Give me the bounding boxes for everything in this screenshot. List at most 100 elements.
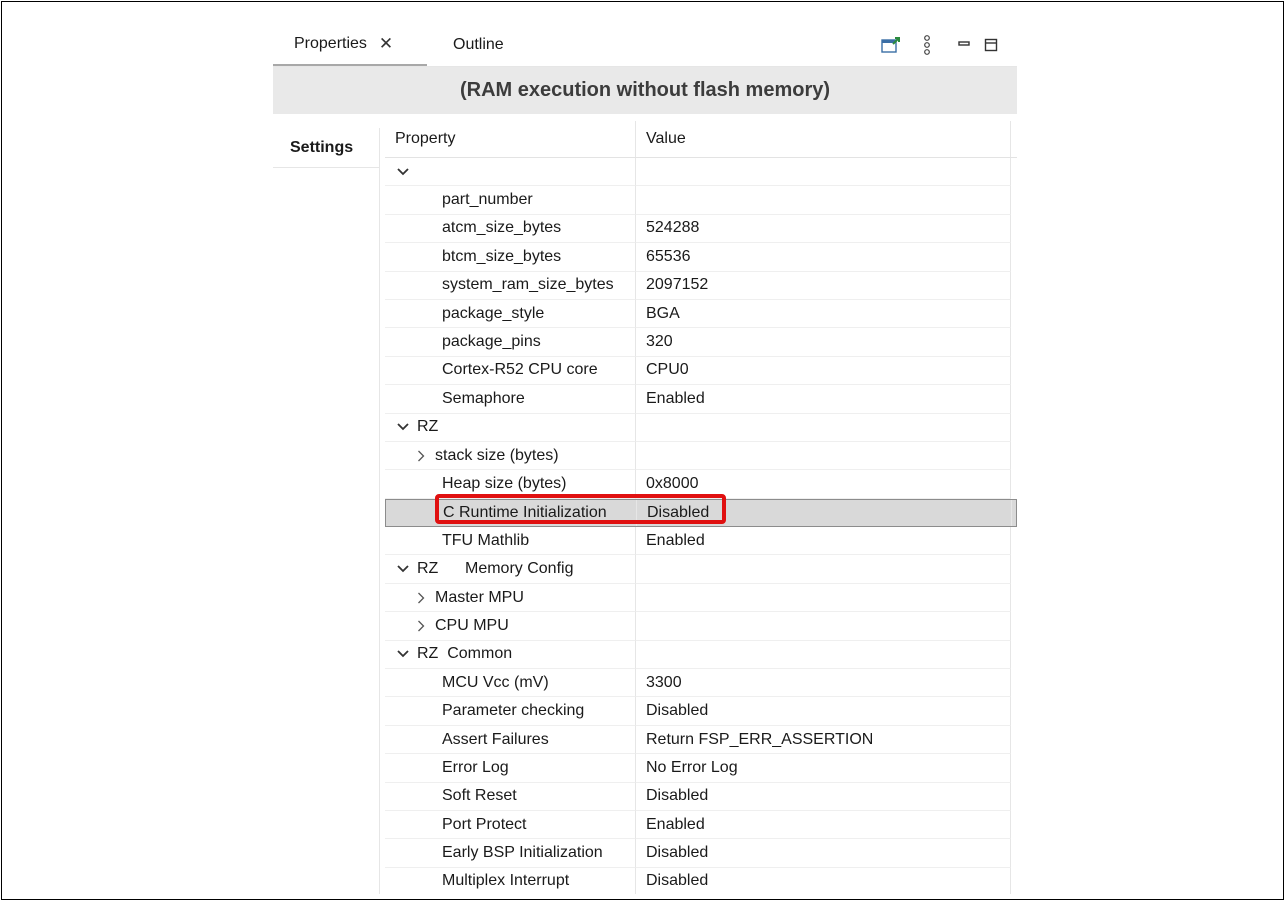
value-cell[interactable]: 0x8000	[636, 470, 1011, 499]
value-cell[interactable]: Enabled	[636, 810, 1011, 840]
property-label: Soft Reset	[442, 787, 517, 805]
property-label: stack size (bytes)	[435, 446, 559, 464]
chevron-down-icon[interactable]	[395, 650, 411, 658]
table-row[interactable]: Multiplex Interrupt Disabled	[385, 867, 1017, 894]
table-row[interactable]: RZ	[385, 413, 1017, 442]
property-label: Parameter checking	[442, 702, 585, 720]
property-cell: atcm_size_bytes	[385, 214, 636, 244]
chevron-down-icon[interactable]	[395, 168, 411, 176]
value-cell[interactable]: No Error Log	[636, 754, 1011, 783]
property-cell: Master MPU	[385, 583, 636, 613]
value-cell[interactable]: Disabled	[636, 782, 1011, 811]
property-label: Master MPU	[435, 588, 524, 606]
value-cell[interactable]	[636, 186, 1011, 215]
property-cell: Port Protect	[385, 810, 636, 840]
value-cell[interactable]	[636, 158, 1011, 187]
table-row[interactable]: RZ Common	[385, 640, 1017, 670]
table-row[interactable]: RZ Memory Config	[385, 555, 1017, 584]
table-row[interactable]: Early BSP Initialization Disabled	[385, 839, 1017, 868]
property-label: RZ Common	[417, 645, 513, 663]
table-row[interactable]: system_ram_size_bytes 2097152	[385, 271, 1017, 300]
chevron-down-icon[interactable]	[395, 565, 411, 573]
chevron-right-icon[interactable]	[413, 592, 429, 604]
table-row[interactable]: package_pins 320	[385, 328, 1017, 357]
value-cell[interactable]: Disabled	[636, 697, 1011, 726]
value-cell[interactable]: 65536	[636, 243, 1011, 272]
screenshot-frame: Properties ✕ Outline (RAM execution with…	[1, 1, 1284, 900]
table-row-selected[interactable]: C Runtime Initialization Disabled	[385, 498, 1017, 528]
property-label: RZ	[417, 418, 439, 436]
view-menu-icon[interactable]	[920, 34, 934, 56]
property-label: package_style	[442, 304, 545, 322]
table-row[interactable]: stack size (bytes)	[385, 441, 1017, 471]
property-label: Cortex-R52 CPU core	[442, 361, 598, 379]
table-row[interactable]: part_number	[385, 186, 1017, 215]
property-cell: RZ Common	[385, 640, 636, 670]
tab-outline[interactable]: Outline	[453, 24, 504, 66]
table-row[interactable]: Cortex-R52 CPU core CPU0	[385, 356, 1017, 386]
property-label: Early BSP Initialization	[442, 844, 603, 862]
property-label: package_pins	[442, 333, 541, 351]
property-label: Assert Failures	[442, 730, 549, 748]
column-header-value[interactable]: Value	[636, 121, 1011, 157]
property-label: TFU Mathlib	[442, 531, 530, 549]
value-cell[interactable]: Disabled	[636, 839, 1011, 868]
table-row[interactable]: Soft Reset Disabled	[385, 782, 1017, 811]
table-row[interactable]: TFU Mathlib Enabled	[385, 527, 1017, 556]
table-row[interactable]: CPU MPU	[385, 612, 1017, 641]
table-row[interactable]: Error Log No Error Log	[385, 754, 1017, 783]
page-title: (RAM execution without flash memory)	[273, 67, 1017, 114]
value-cell[interactable]: Disabled	[636, 867, 1011, 894]
property-cell: Cortex-R52 CPU core	[385, 356, 636, 386]
table-row[interactable]: package_style BGA	[385, 299, 1017, 329]
value-cell[interactable]: Enabled	[636, 385, 1011, 414]
minimize-icon[interactable]	[957, 34, 971, 56]
table-row[interactable]	[385, 158, 1017, 187]
value-cell[interactable]: Enabled	[636, 527, 1011, 556]
table-row[interactable]: btcm_size_bytes 65536	[385, 243, 1017, 272]
chevron-right-icon[interactable]	[413, 620, 429, 632]
side-tab-strip: Settings	[273, 114, 380, 894]
table-row[interactable]: Master MPU	[385, 583, 1017, 613]
property-label: Semaphore	[442, 389, 525, 407]
property-cell: Semaphore	[385, 385, 636, 414]
property-label: btcm_size_bytes	[442, 247, 562, 265]
property-label: RZ Memory Config	[417, 560, 574, 578]
value-cell[interactable]: BGA	[636, 299, 1011, 329]
value-cell[interactable]	[636, 612, 1011, 641]
side-tab-settings[interactable]: Settings	[273, 128, 380, 168]
view-tab-bar: Properties ✕ Outline	[273, 24, 1017, 67]
property-table: Property Value part_number atcm_size_byte…	[385, 121, 1017, 894]
value-cell[interactable]: 320	[636, 328, 1011, 357]
table-row[interactable]: Semaphore Enabled	[385, 385, 1017, 414]
property-label: atcm_size_bytes	[442, 219, 562, 237]
value-cell[interactable]	[636, 583, 1011, 613]
value-cell[interactable]: 3300	[636, 669, 1011, 698]
value-cell[interactable]	[636, 555, 1011, 584]
property-label: CPU MPU	[435, 616, 509, 634]
value-cell[interactable]	[636, 441, 1011, 471]
column-header-property[interactable]: Property	[385, 121, 636, 157]
value-cell[interactable]	[636, 640, 1011, 670]
table-row[interactable]: atcm_size_bytes 524288	[385, 214, 1017, 244]
value-cell[interactable]	[636, 413, 1011, 442]
table-row[interactable]: Port Protect Enabled	[385, 810, 1017, 840]
maximize-icon[interactable]	[983, 34, 999, 56]
pin-editor-icon[interactable]	[879, 34, 903, 56]
value-cell[interactable]: CPU0	[636, 356, 1011, 386]
value-cell[interactable]: 524288	[636, 214, 1011, 244]
tab-properties-label: Properties	[294, 35, 367, 52]
table-row[interactable]: MCU Vcc (mV) 3300	[385, 669, 1017, 698]
value-cell[interactable]: Disabled	[637, 499, 1012, 527]
value-cell[interactable]: 2097152	[636, 271, 1011, 300]
table-row[interactable]: Heap size (bytes) 0x8000	[385, 470, 1017, 499]
table-row[interactable]: Parameter checking Disabled	[385, 697, 1017, 726]
tab-properties[interactable]: Properties ✕	[273, 24, 427, 66]
close-icon[interactable]: ✕	[379, 34, 393, 54]
table-row[interactable]: Assert Failures Return FSP_ERR_ASSERTION	[385, 725, 1017, 755]
chevron-right-icon[interactable]	[413, 450, 429, 462]
chevron-down-icon[interactable]	[395, 423, 411, 431]
property-label: Multiplex Interrupt	[442, 872, 570, 890]
value-cell[interactable]: Return FSP_ERR_ASSERTION	[636, 725, 1011, 755]
property-cell: TFU Mathlib	[385, 527, 636, 556]
